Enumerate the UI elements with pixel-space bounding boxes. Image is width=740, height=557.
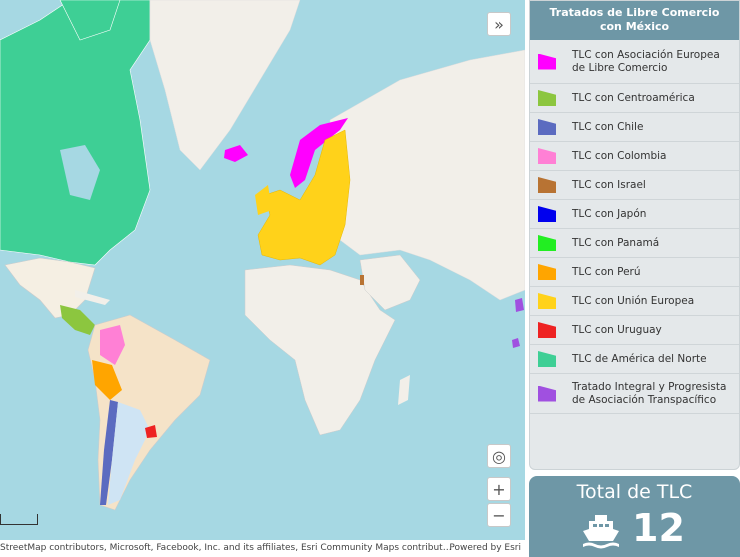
legend-item: TLC con Colombia — [530, 142, 739, 171]
legend-list: TLC con Asociación Europea de Libre Come… — [530, 40, 739, 414]
legend-item: TLC con Unión Europea — [530, 287, 739, 316]
legend-swatch-icon — [538, 206, 556, 222]
legend-label: TLC con Asociación Europea de Libre Come… — [572, 48, 720, 74]
legend-item: TLC con Israel — [530, 171, 739, 200]
eurasia — [329, 49, 525, 301]
greenland — [149, 0, 301, 171]
mexico — [4, 257, 96, 319]
legend-item: TLC con Uruguay — [530, 316, 739, 345]
north-america-region — [0, 0, 151, 266]
legend-item: TLC con Japón — [530, 200, 739, 229]
locate-button[interactable]: ◎ — [487, 444, 511, 468]
legend-item: TLC con Asociación Europea de Libre Come… — [530, 40, 739, 84]
legend-label: TLC con Centroamérica — [572, 91, 695, 104]
legend-swatch-icon — [538, 264, 556, 280]
legend-label: TLC con Uruguay — [572, 323, 662, 336]
attribution-text: StreetMap contributors, Microsoft, Faceb… — [0, 543, 452, 553]
zoom-out-label: − — [492, 505, 506, 525]
legend-swatch-icon — [538, 177, 556, 193]
legend-label: TLC con Unión Europea — [572, 294, 695, 307]
legend-swatch-icon — [538, 322, 556, 338]
legend-label: TLC con Perú — [572, 265, 641, 278]
total-title: Total de TLC — [576, 481, 693, 503]
collapse-button[interactable]: » — [487, 12, 511, 36]
legend-item: Tratado Integral y Progresista de Asocia… — [530, 374, 739, 414]
legend-label: TLC con Panamá — [572, 236, 660, 249]
total-panel: Total de TLC 12 — [529, 476, 740, 557]
legend-swatch-icon — [538, 235, 556, 251]
legend-item: TLC de América del Norte — [530, 345, 739, 374]
locate-target-icon: ◎ — [492, 446, 506, 466]
zoom-in-label: + — [492, 479, 506, 499]
israel — [360, 275, 364, 285]
legend-swatch-icon — [538, 351, 556, 367]
map-view[interactable]: » ◎ + − — [0, 0, 525, 540]
legend-item: TLC con Perú — [530, 258, 739, 287]
legend-swatch-icon — [538, 293, 556, 309]
legend-panel: Tratados de Libre Comercio con México TL… — [529, 0, 740, 470]
total-value: 12 — [632, 506, 685, 550]
iceland — [224, 145, 248, 162]
powered-by-link[interactable]: Powered by Esri — [449, 540, 521, 557]
legend-swatch-icon — [538, 119, 556, 135]
chevrons-down-icon: » — [494, 14, 504, 34]
legend-label: TLC con Colombia — [572, 149, 667, 162]
world-map — [0, 0, 525, 511]
legend-swatch-icon — [538, 53, 556, 70]
legend-label: TLC con Chile — [572, 120, 644, 133]
legend-title: Tratados de Libre Comercio con México — [530, 1, 739, 40]
legend-label: TLC de América del Norte — [572, 352, 707, 365]
legend-swatch-icon — [538, 385, 556, 402]
legend-item: TLC con Centroamérica — [530, 84, 739, 113]
legend-label: TLC con Israel — [572, 178, 646, 191]
legend-swatch-icon — [538, 148, 556, 164]
legend-item: TLC con Panamá — [530, 229, 739, 258]
legend-label: Tratado Integral y Progresista de Asocia… — [572, 380, 727, 406]
scale-bar — [0, 514, 38, 525]
legend-label: TLC con Japón — [572, 207, 647, 220]
attribution-bar: StreetMap contributors, Microsoft, Faceb… — [0, 540, 525, 557]
legend-item: TLC con Chile — [530, 113, 739, 142]
legend-swatch-icon — [538, 90, 556, 106]
ship-icon — [583, 515, 619, 549]
zoom-out-button[interactable]: − — [487, 503, 511, 527]
central-america — [60, 305, 95, 335]
zoom-in-button[interactable]: + — [487, 477, 511, 501]
